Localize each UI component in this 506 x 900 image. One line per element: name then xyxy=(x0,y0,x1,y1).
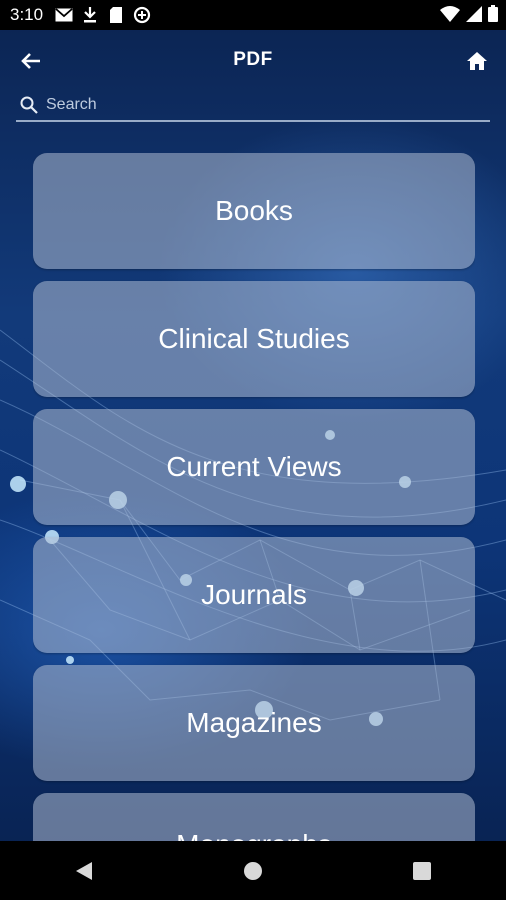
nav-recents-button[interactable] xyxy=(402,851,442,891)
home-icon xyxy=(467,52,487,70)
system-nav-bar xyxy=(0,841,506,900)
signal-icon xyxy=(466,5,482,27)
gmail-icon xyxy=(53,5,75,25)
search-icon xyxy=(20,95,40,115)
clinical-studies-label: Clinical Studies xyxy=(158,323,350,354)
journals-button[interactable]: Journals xyxy=(33,537,475,653)
books-button[interactable]: Books xyxy=(33,153,475,269)
status-bar: 3:10 xyxy=(0,0,506,30)
data-saver-icon xyxy=(131,5,153,25)
search-bar xyxy=(16,90,490,122)
back-button[interactable] xyxy=(18,48,44,74)
current-views-button[interactable]: Current Views xyxy=(33,409,475,525)
books-label: Books xyxy=(215,195,293,226)
journals-label: Journals xyxy=(201,579,307,610)
arrow-left-icon xyxy=(21,53,40,69)
recents-square-icon xyxy=(412,861,431,880)
monographs-button[interactable]: Monographs xyxy=(33,793,475,841)
search-input[interactable] xyxy=(44,95,478,115)
wifi-icon xyxy=(440,5,460,27)
clinical-studies-button[interactable]: Clinical Studies xyxy=(33,281,475,397)
nav-back-button[interactable] xyxy=(64,851,104,891)
magazines-label: Magazines xyxy=(186,707,322,738)
sd-card-icon xyxy=(105,5,127,25)
download-icon xyxy=(79,5,101,25)
nav-home-button[interactable] xyxy=(233,851,273,891)
magazines-button[interactable]: Magazines xyxy=(33,665,475,781)
home-button[interactable] xyxy=(464,48,490,74)
status-time: 3:10 xyxy=(10,5,44,24)
page-title: PDF xyxy=(233,49,273,70)
current-views-label: Current Views xyxy=(166,451,342,482)
monographs-label: Monographs xyxy=(176,829,332,841)
back-triangle-icon xyxy=(76,861,93,880)
category-menu: Books Clinical Studies Current Views Jou… xyxy=(33,153,475,841)
home-circle-icon xyxy=(243,861,262,880)
app-bar: PDF xyxy=(0,30,506,90)
battery-icon xyxy=(488,5,498,27)
